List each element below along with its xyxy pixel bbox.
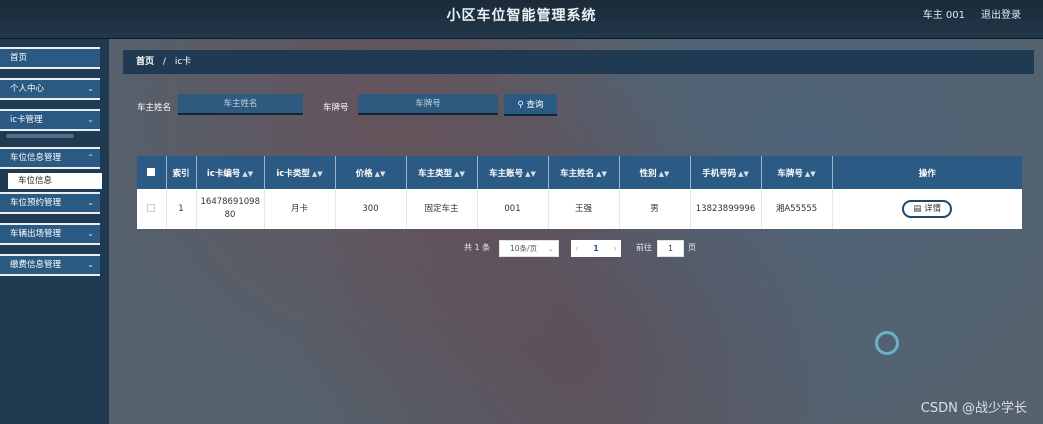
column-header-card-type[interactable]: ic卡类型 ▲▼ [264,156,336,189]
cell-price: 300 [335,189,407,229]
owner-name-label: 车主姓名 [137,103,172,113]
detail-button[interactable]: ▤ 详情 [902,200,953,218]
row-checkbox[interactable] [147,204,156,212]
sort-icon[interactable]: ▲▼ [242,170,253,178]
sidebar-item-profile[interactable]: 个人中心 ⌄ [0,78,100,100]
submenu-item-space-info[interactable]: 车位信息 [8,173,102,189]
cell-card-type: 月卡 [264,189,336,229]
sort-icon[interactable]: ▲▼ [805,170,816,178]
chevron-down-icon: ⌄ [87,198,94,207]
cell-owner-account: 001 [477,189,549,229]
watermark: CSDN @战少学长 [920,401,1027,416]
search-button[interactable]: ⚲ 查询 [504,94,557,116]
goto-label: 前往 [636,243,652,252]
table-header-row: 索引 ic卡编号 ▲▼ ic卡类型 ▲▼ 价格 ▲▼ 车主类型 ▲▼ 车主账号 ▲▼ 车主… [137,156,1022,189]
sort-icon[interactable]: ▲▼ [375,170,386,178]
sidebar-item-ic-card[interactable]: ic卡管理 ⌄ [0,109,100,131]
top-bar: 小区车位智能管理系统 车主 001 退出登录 [0,0,1043,39]
breadcrumb: 首页 / ic卡 [123,50,1034,74]
sort-icon[interactable]: ▲▼ [454,170,465,178]
cell-owner-type: 固定车主 [406,189,478,229]
cell-phone: 13823899996 [690,189,762,229]
owner-name-input[interactable] [178,94,303,115]
main-content: 首页 / ic卡 车主姓名 车牌号 ⚲ 查询 索引 ic卡编号▲▼ ic卡类型▲… [109,39,1043,424]
table-row: 1 16478691098 80 月卡 300 固定车主 001 王强 男 138… [137,189,1022,229]
current-user: 车主 001 [922,10,965,21]
sort-icon[interactable]: ▲▼ [659,170,670,178]
sidebar-item-label: 车位信息管理 [10,153,62,163]
chevron-up-icon: ⌃ [87,153,94,162]
breadcrumb-home[interactable]: 首页 [136,57,154,67]
sidebar-item-label: ic卡管理 [10,115,43,125]
plate-input[interactable] [358,94,498,115]
column-header-price[interactable]: 价格 ▲▼ [335,156,407,189]
chevron-down-icon: ⌄ [87,115,94,124]
search-icon: ⚲ [517,100,524,110]
column-header-owner-type[interactable]: 车主类型 ▲▼ [406,156,478,189]
page-size-value: 10条/页 [510,244,538,253]
sort-icon[interactable]: ▲▼ [738,170,749,178]
column-header-index: 索引 [166,156,197,189]
column-header-action: 操作 [832,156,1022,189]
next-page-icon[interactable]: › [614,240,617,257]
row-select-cell [137,189,167,229]
sidebar-item-label: 缴费信息管理 [10,260,62,270]
sidebar-item-label: 个人中心 [10,84,45,94]
select-all-checkbox[interactable] [147,168,156,176]
cell-action: ▤ 详情 [832,189,1022,229]
page-size-select[interactable]: 10条/页 ⌄ [499,240,559,257]
data-table: 索引 ic卡编号 ▲▼ ic卡类型 ▲▼ 价格 ▲▼ 车主类型 ▲▼ 车主账号 ▲▼ 车主… [137,156,1022,229]
chevron-down-icon: ⌄ [87,229,94,238]
search-button-label: 查询 [526,100,544,110]
sidebar-item-home[interactable]: 首页 [0,47,100,69]
current-page-button[interactable]: 1 [593,244,599,253]
column-header-owner-name[interactable]: 车主姓名 ▲▼ [548,156,620,189]
pagination-total: 共 1 条 [464,243,491,252]
submenu-item-label: 车位信息 [18,176,53,186]
breadcrumb-current: ic卡 [174,57,192,67]
column-header-card-no[interactable]: ic卡编号 ▲▼ [196,156,265,189]
cell-gender: 男 [619,189,691,229]
page-navigator: ‹ 1 › [571,240,621,257]
app-title: 小区车位智能管理系统 [446,8,597,24]
chevron-down-icon: ⌄ [87,84,94,93]
pagination: 共 1 条 10条/页 ⌄ ‹ 1 › 前往 页 [109,240,1043,260]
prev-page-icon[interactable]: ‹ [575,240,578,257]
sort-icon[interactable]: ▲▼ [312,170,323,178]
sidebar-item-label: 车位预约管理 [10,198,62,208]
column-header-plate[interactable]: 车牌号 ▲▼ [761,156,833,189]
column-header-owner-account[interactable]: 车主账号 ▲▼ [477,156,549,189]
chevron-down-icon: ⌄ [547,244,554,253]
column-header-gender[interactable]: 性别 ▲▼ [619,156,691,189]
sidebar-item-exit[interactable]: 车辆出场管理 ⌄ [0,223,100,245]
page-unit-label: 页 [688,243,696,252]
select-all-cell [137,156,167,189]
sidebar: 首页 个人中心 ⌄ ic卡管理 ⌄ 车位信息管理 ⌃ 车位信息 车位预约管理 ⌄… [0,39,109,424]
breadcrumb-separator: / [162,57,166,67]
cell-owner-name: 王强 [548,189,620,229]
sort-icon[interactable]: ▲▼ [596,170,607,178]
chevron-down-icon: ⌄ [87,260,94,269]
document-icon: ▤ [913,204,922,214]
goto-page-input[interactable] [657,240,684,257]
sidebar-item-label: 首页 [10,53,28,63]
detail-button-label: 详情 [924,204,942,214]
cell-index: 1 [166,189,197,229]
sidebar-item-payment[interactable]: 缴费信息管理 ⌄ [0,254,100,276]
cell-plate: 湘A55555 [761,189,833,229]
sidebar-scrollbar[interactable] [6,134,74,138]
sidebar-item-label: 车辆出场管理 [10,229,62,239]
background-ring-decoration [875,331,899,355]
cell-card-no: 16478691098 80 [196,189,265,229]
sidebar-item-space-info[interactable]: 车位信息管理 ⌃ [0,147,100,169]
sort-icon[interactable]: ▲▼ [525,170,536,178]
plate-label: 车牌号 [323,103,349,113]
logout-link[interactable]: 退出登录 [981,6,1021,21]
column-header-phone[interactable]: 手机号码 ▲▼ [690,156,762,189]
sidebar-item-reservation[interactable]: 车位预约管理 ⌄ [0,192,100,214]
